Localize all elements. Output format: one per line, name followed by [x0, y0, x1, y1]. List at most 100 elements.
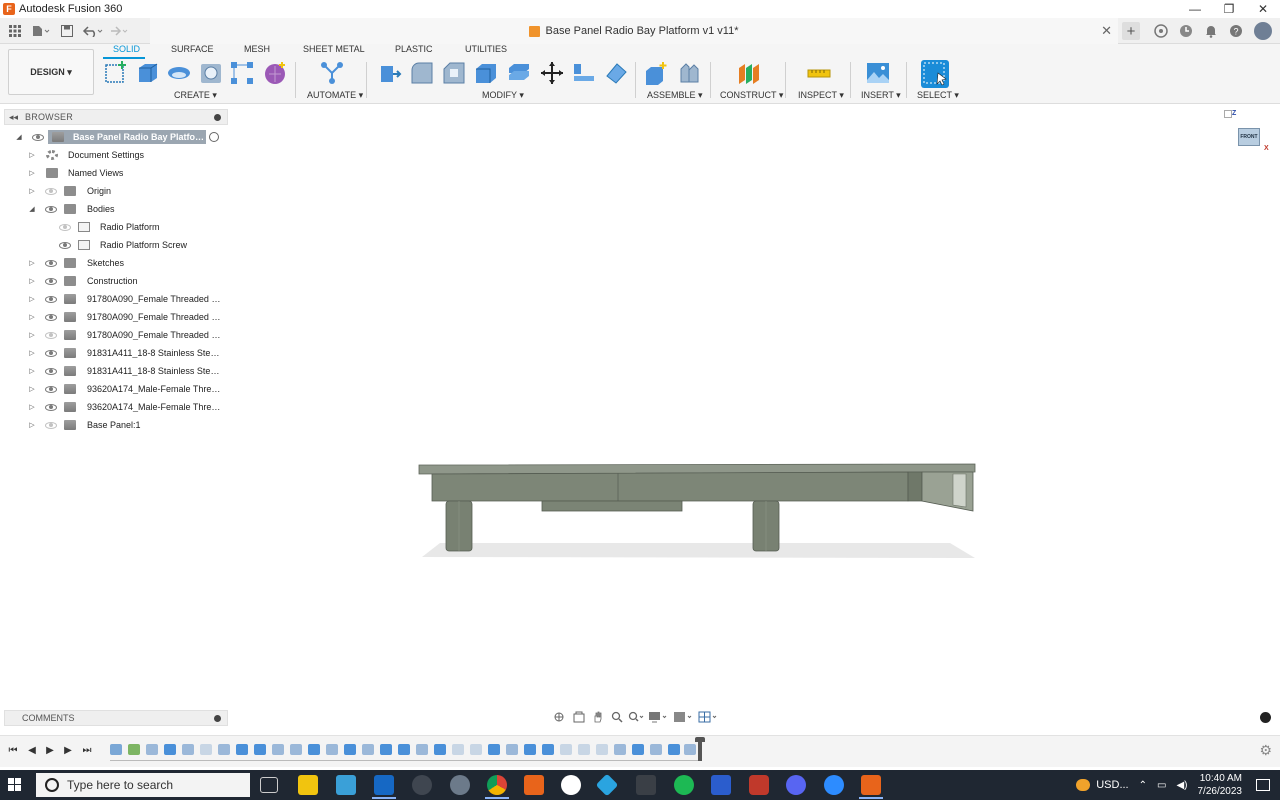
tree-item-component[interactable]: ▷ 91831A411_18-8 Stainless Steel N... — [0, 344, 230, 362]
expand-arrow-icon[interactable]: ▷ — [27, 151, 37, 159]
timeline-feature[interactable] — [506, 744, 518, 755]
timeline-feature[interactable] — [200, 744, 212, 755]
volume-icon[interactable]: ◀) — [1176, 780, 1187, 791]
timeline-feature[interactable] — [326, 744, 338, 755]
extrude-icon[interactable] — [135, 60, 161, 86]
timeline-feature[interactable] — [668, 744, 680, 755]
timeline-feature[interactable] — [146, 744, 158, 755]
grid-snaps-icon[interactable] — [672, 710, 694, 724]
file-explorer-icon[interactable] — [298, 775, 318, 795]
timeline-feature[interactable] — [182, 744, 194, 755]
tree-item-radio-platform-screw[interactable]: Radio Platform Screw — [0, 236, 230, 254]
extensions-icon[interactable] — [1148, 18, 1173, 44]
visibility-eye-icon[interactable] — [59, 223, 71, 231]
tab-surface[interactable]: SURFACE — [171, 44, 214, 58]
file-menu-icon[interactable] — [30, 20, 52, 42]
step-forward-icon[interactable]: ▶ — [61, 743, 75, 757]
expand-arrow-icon[interactable]: ▷ — [27, 421, 37, 429]
ticker-label[interactable]: USD... — [1096, 779, 1128, 791]
windows-start-icon[interactable] — [8, 778, 22, 792]
visibility-eye-icon[interactable] — [45, 367, 57, 375]
timeline-feature[interactable] — [416, 744, 428, 755]
redo-icon[interactable] — [108, 20, 130, 42]
ticker-icon[interactable] — [1076, 779, 1091, 791]
timeline-feature[interactable] — [488, 744, 500, 755]
play-icon[interactable]: ▶ — [43, 743, 57, 757]
align-icon[interactable] — [571, 60, 597, 86]
close-tab-button[interactable]: ✕ — [1101, 23, 1112, 39]
expand-arrow-icon[interactable]: ▷ — [27, 313, 37, 321]
fusion-taskbar-icon[interactable] — [524, 775, 544, 795]
tree-item-component[interactable]: ▷ 93620A174_Male-Female Threade... — [0, 380, 230, 398]
tree-root-component[interactable]: ◢ Base Panel Radio Bay Platform... — [0, 128, 230, 146]
expand-arrow-icon[interactable]: ▷ — [27, 259, 37, 267]
chamfer-icon[interactable] — [441, 60, 467, 86]
task-view-icon[interactable] — [260, 777, 278, 793]
tree-item-document-settings[interactable]: ▷ Document Settings — [0, 146, 230, 164]
undo-icon[interactable] — [82, 20, 104, 42]
measure-icon[interactable] — [806, 60, 832, 86]
revolve-icon[interactable] — [166, 60, 192, 86]
document-tab[interactable]: Base Panel Radio Bay Platform v1 v11* ✕ — [150, 18, 1118, 44]
timeline-feature[interactable] — [470, 744, 482, 755]
visibility-eye-icon[interactable] — [45, 295, 57, 303]
expand-arrow-icon[interactable]: ◢ — [27, 205, 37, 213]
offset-plane-icon[interactable] — [736, 60, 762, 86]
timeline-feature[interactable] — [290, 744, 302, 755]
expand-arrow-icon[interactable]: ▷ — [27, 295, 37, 303]
timeline-feature[interactable] — [236, 744, 248, 755]
tree-item-radio-platform[interactable]: Radio Platform — [0, 218, 230, 236]
tab-plastic[interactable]: PLASTIC — [395, 44, 433, 58]
visibility-eye-icon[interactable] — [45, 421, 57, 429]
move-copy-icon[interactable] — [539, 60, 565, 86]
timeline-feature[interactable] — [632, 744, 644, 755]
panel-minimize-icon[interactable] — [214, 715, 221, 722]
notifications-bell-icon[interactable] — [1198, 18, 1223, 44]
expand-arrow-icon[interactable]: ▷ — [27, 187, 37, 195]
tree-item-sketches[interactable]: ▷ Sketches — [0, 254, 230, 272]
pan-hand-icon[interactable] — [590, 710, 606, 724]
zoom-window-icon[interactable] — [628, 710, 644, 724]
visibility-eye-icon[interactable] — [45, 403, 57, 411]
tab-mesh[interactable]: MESH — [244, 44, 270, 58]
tree-item-component[interactable]: ▷ 91831A411_18-8 Stainless Steel N... — [0, 362, 230, 380]
taskbar-search-box[interactable]: Type here to search — [36, 773, 250, 797]
timeline-marker[interactable] — [695, 737, 705, 761]
expand-arrow-icon[interactable]: ▷ — [27, 277, 37, 285]
construct-menu[interactable]: CONSTRUCT ▾ — [720, 90, 783, 101]
feedback-icon[interactable] — [1260, 712, 1271, 723]
app-icon[interactable] — [412, 775, 432, 795]
fillet-icon[interactable] — [409, 60, 435, 86]
timeline-feature[interactable] — [398, 744, 410, 755]
zoom-icon[interactable] — [824, 775, 844, 795]
pattern-icon[interactable] — [229, 60, 255, 86]
create-sketch-icon[interactable] — [103, 60, 129, 86]
timeline-feature[interactable] — [110, 744, 122, 755]
job-status-icon[interactable] — [1173, 18, 1198, 44]
automate-menu[interactable]: AUTOMATE ▾ — [307, 90, 363, 101]
timeline-settings-gear-icon[interactable]: ⚙ — [1259, 742, 1272, 759]
press-pull-icon[interactable] — [377, 60, 403, 86]
viewports-icon[interactable] — [697, 710, 719, 724]
combine-icon[interactable] — [506, 60, 532, 86]
tray-chevron-icon[interactable]: ⌃ — [1139, 780, 1147, 791]
timeline-feature[interactable] — [452, 744, 464, 755]
timeline-feature[interactable] — [344, 744, 356, 755]
automate-icon[interactable] — [319, 60, 345, 86]
activate-radio-icon[interactable] — [209, 132, 219, 142]
timeline-feature[interactable] — [560, 744, 572, 755]
visibility-eye-icon[interactable] — [45, 187, 57, 195]
new-component-icon[interactable] — [643, 60, 669, 86]
select-icon[interactable] — [921, 60, 949, 88]
browser-panel-header[interactable]: ◂◂ BROWSER — [4, 109, 228, 125]
timeline-feature[interactable] — [524, 744, 536, 755]
app-icon[interactable] — [561, 775, 581, 795]
tree-item-component[interactable]: ▷ 91780A090_Female Threaded He... — [0, 290, 230, 308]
outlook-icon[interactable] — [374, 775, 394, 795]
expand-arrow-icon[interactable]: ▷ — [27, 331, 37, 339]
go-to-end-icon[interactable]: ⏭ — [80, 743, 94, 757]
tree-item-bodies[interactable]: ◢ Bodies — [0, 200, 230, 218]
timeline-feature[interactable] — [578, 744, 590, 755]
create-form-icon[interactable] — [262, 60, 288, 86]
modify-menu[interactable]: MODIFY ▾ — [482, 90, 524, 101]
